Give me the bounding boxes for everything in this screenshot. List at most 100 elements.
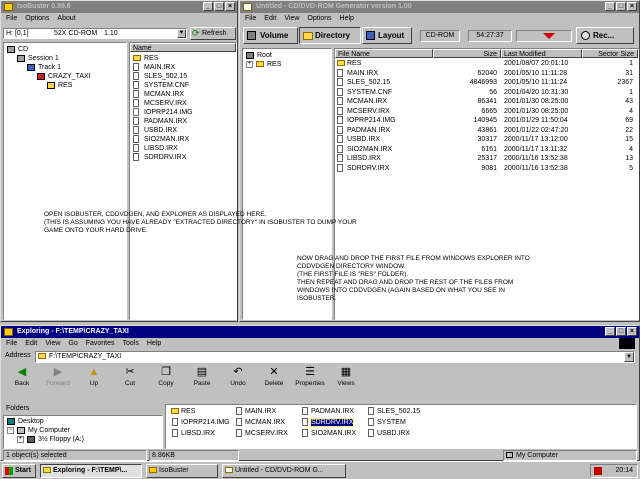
table-row[interactable]: PADMAN.IRX 43861 2001/01/22 02:47:20 22 [335, 125, 638, 136]
size-column-header[interactable]: Size [433, 49, 501, 58]
address-input[interactable]: F:\TEMP\CRAZY_TAXI ▼ [35, 351, 635, 363]
start-button[interactable]: Start [2, 464, 36, 478]
tree-root[interactable]: Root [243, 51, 331, 60]
layout-button[interactable]: Layout [362, 27, 412, 44]
task-isobuster[interactable]: IsoBuster [146, 464, 218, 478]
forward-button[interactable]: ▶ Forward [41, 366, 75, 396]
list-item[interactable]: MAIN.IRX [130, 63, 236, 72]
close-icon[interactable]: × [627, 2, 637, 11]
tree-res[interactable]: + RES [243, 60, 331, 69]
up-button[interactable]: ▲ Up [77, 366, 111, 396]
explorer-item[interactable]: USBD.IRX [366, 429, 410, 439]
table-row[interactable]: SLES_502.15 4846993 2001/05/10 11:11:24 236… [335, 78, 638, 88]
task-cddvdgen[interactable]: Untitled - CD/DVD-ROM G... [222, 464, 346, 478]
sector-column-header[interactable]: Sector Size [582, 49, 638, 58]
menu-view[interactable]: View [284, 13, 299, 24]
table-row[interactable]: USBD.IRX 30317 2000/11/17 13:12:00 15 [335, 135, 638, 145]
maximize-icon[interactable]: □ [616, 2, 626, 11]
explorer-titlebar[interactable]: Exploring - F:\TEMP\CRAZY_TAXI _ □ × [1, 326, 639, 338]
menu-tools[interactable]: Tools [123, 338, 139, 349]
cut-button[interactable]: ✂ Cut [113, 366, 147, 396]
menu-view[interactable]: View [45, 338, 60, 349]
menu-file[interactable]: File [6, 13, 17, 24]
list-item[interactable]: LIBSD.IRX [130, 144, 236, 153]
tree-node[interactable]: CRAZY_TAXI [4, 72, 126, 81]
table-row[interactable]: RES 2001/08/07 20:01:10 1 [335, 59, 638, 69]
task-explorer[interactable]: Exploring - F:\TEMP\... [40, 464, 142, 478]
list-item[interactable]: SLES_502.15 [130, 72, 236, 81]
expand-icon[interactable]: + [17, 436, 24, 443]
list-item[interactable]: MCSERV.IRX [130, 99, 236, 108]
explorer-item[interactable]: SLES_502.15 [366, 407, 420, 417]
minimize-icon[interactable]: _ [605, 327, 615, 336]
minimize-icon[interactable]: _ [605, 2, 615, 11]
tree-node[interactable]: CD [4, 45, 126, 54]
list-item[interactable]: MCMAN.IRX [130, 90, 236, 99]
table-row[interactable]: SIO2MAN.IRX 6161 2000/11/17 13:11:32 4 [335, 144, 638, 155]
maximize-icon[interactable]: □ [214, 2, 224, 11]
delete-button[interactable]: ✕ Delete [257, 366, 291, 396]
tree-node[interactable]: Session 1 [4, 54, 126, 63]
expand-icon[interactable]: + [246, 61, 253, 68]
menu-favorites[interactable]: Favorites [86, 338, 115, 349]
explorer-item[interactable]: PADMAN.IRX [300, 407, 354, 417]
menu-edit[interactable]: Edit [25, 338, 37, 349]
modified-column-header[interactable]: Last Modified [501, 49, 582, 58]
close-icon[interactable]: × [225, 2, 235, 11]
explorer-item[interactable]: SYSTEM [366, 418, 406, 428]
menu-edit[interactable]: Edit [264, 13, 276, 24]
folder-tree-desktop[interactable]: Desktop [4, 417, 162, 426]
menu-options[interactable]: Options [25, 13, 49, 24]
undo-button[interactable]: ↶ Undo [221, 366, 255, 396]
explorer-item[interactable]: SDRDRV.IRX [300, 418, 355, 428]
explorer-item[interactable]: MAIN.IRX [234, 407, 276, 417]
tree-node[interactable]: RES [4, 81, 126, 90]
menu-about[interactable]: About [57, 13, 75, 24]
list-item[interactable]: SIO2MAN.IRX [130, 135, 236, 144]
tree-node[interactable]: Track 1 [4, 63, 126, 72]
paste-button[interactable]: ▤ Paste [185, 366, 219, 396]
menu-help[interactable]: Help [340, 13, 354, 24]
list-item[interactable]: SDRDRV.IRX [130, 153, 236, 162]
explorer-item[interactable]: MCSERV.IRX [234, 429, 288, 439]
list-item[interactable]: USBD.IRX [130, 126, 236, 135]
folder-tree-my-computer[interactable]: − My Computer [4, 426, 162, 435]
explorer-item[interactable]: LIBSD.IRX [170, 429, 215, 439]
table-row[interactable]: MCMAN.IRX 86341 2001/01/30 08:25:00 43 [335, 97, 638, 107]
folder-tree-floppy[interactable]: + 3½ Floppy (A:) [4, 435, 162, 444]
filename-column-header[interactable]: File Name [335, 49, 433, 58]
maximize-icon[interactable]: □ [616, 327, 626, 336]
volume-button[interactable]: Volume [243, 27, 298, 44]
table-row[interactable]: MAIN.IRX 62040 2001/05/10 11:11:28 31 [335, 68, 638, 79]
menu-options[interactable]: Options [307, 13, 331, 24]
record-button[interactable]: Rec... [576, 27, 634, 44]
collapse-icon[interactable]: − [7, 427, 14, 434]
menu-file[interactable]: File [6, 338, 17, 349]
isobuster-titlebar[interactable]: IsoBuster 0.99.6 _ □ × [1, 1, 237, 13]
list-item[interactable]: PADMAN.IRX [130, 117, 236, 126]
copy-button[interactable]: ❐ Copy [149, 366, 183, 396]
table-row[interactable]: SYSTEM.CNF 56 2001/04/20 10:31:30 1 [335, 87, 638, 98]
volume-speaker-icon[interactable] [594, 467, 602, 475]
chevron-down-icon[interactable]: ▼ [177, 29, 186, 38]
back-button[interactable]: ◀ Back [5, 366, 39, 396]
explorer-item[interactable]: SIO2MAN.IRX [300, 429, 356, 439]
list-item[interactable]: RES [130, 54, 236, 63]
chevron-down-icon[interactable]: ▼ [624, 352, 634, 362]
explorer-item[interactable]: MCMAN.IRX [234, 418, 285, 428]
menu-go[interactable]: Go [68, 338, 77, 349]
list-item[interactable]: IOPRP214.IMG [130, 108, 236, 117]
table-row[interactable]: SDRDRV.IRX 9081 2000/11/16 13:52:38 5 [335, 163, 638, 174]
table-row[interactable]: LIBSD.IRX 25317 2000/11/16 13:52:38 13 [335, 154, 638, 164]
explorer-item[interactable]: IOPRP214.IMG [170, 418, 230, 428]
directory-button[interactable]: Directory [299, 27, 361, 44]
minimize-icon[interactable]: _ [203, 2, 213, 11]
close-icon[interactable]: × [627, 327, 637, 336]
list-item[interactable]: SYSTEM.CNF [130, 81, 236, 90]
name-column-header[interactable]: Name [130, 43, 236, 52]
table-row[interactable]: MCSERV.IRX 6665 2001/01/30 08:25:00 4 [335, 106, 638, 117]
refresh-button[interactable]: ⟳ Refresh [190, 27, 236, 40]
table-row[interactable]: IOPRP214.IMG 140945 2001/01/29 11:50:04 69 [335, 116, 638, 126]
properties-button[interactable]: ☰ Properties [293, 366, 327, 396]
menu-help[interactable]: Help [147, 338, 161, 349]
